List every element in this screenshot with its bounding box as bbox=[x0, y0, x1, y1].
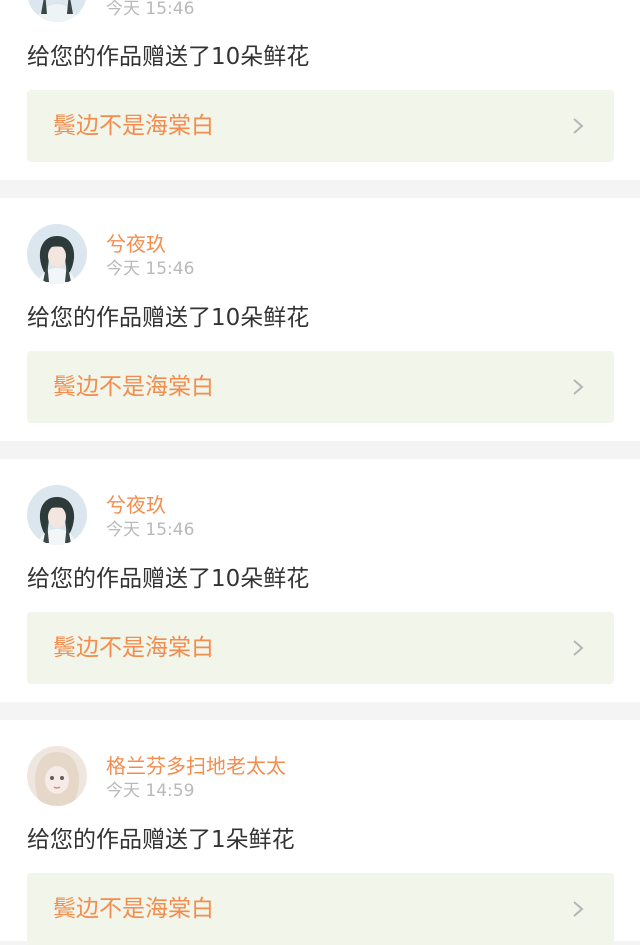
chevron-right-icon bbox=[573, 901, 584, 917]
user-name[interactable]: 兮夜玖 bbox=[106, 493, 166, 517]
doll-avatar-icon bbox=[27, 746, 87, 806]
user-name[interactable]: 格兰芬多扫地老太太 bbox=[106, 754, 286, 778]
timestamp: 今天 15:46 bbox=[106, 0, 195, 19]
chevron-right-icon bbox=[573, 640, 584, 656]
notification-card: 格兰芬多扫地老太太 今天 14:59 给您的作品赠送了1朵鲜花 鬓边不是海棠白 bbox=[0, 720, 640, 945]
avatar[interactable] bbox=[27, 746, 87, 806]
work-link[interactable]: 鬓边不是海棠白 bbox=[27, 351, 614, 423]
timestamp: 今天 15:46 bbox=[106, 520, 195, 540]
chevron-right-icon bbox=[573, 379, 584, 395]
notification-card: 今天 15:46 给您的作品赠送了10朵鲜花 鬓边不是海棠白 bbox=[0, 0, 640, 180]
timestamp: 今天 14:59 bbox=[106, 781, 195, 801]
notification-message: 给您的作品赠送了10朵鲜花 bbox=[27, 566, 310, 592]
notification-message: 给您的作品赠送了10朵鲜花 bbox=[27, 305, 310, 331]
girl-avatar-icon bbox=[27, 224, 87, 284]
chevron-right-icon bbox=[573, 118, 584, 134]
timestamp: 今天 15:46 bbox=[106, 259, 195, 279]
avatar[interactable] bbox=[27, 485, 87, 545]
girl-avatar-icon bbox=[27, 485, 87, 545]
notification-card: 兮夜玖 今天 15:46 给您的作品赠送了10朵鲜花 鬓边不是海棠白 bbox=[0, 459, 640, 702]
avatar[interactable] bbox=[27, 224, 87, 284]
notification-message: 给您的作品赠送了10朵鲜花 bbox=[27, 44, 310, 70]
notification-message: 给您的作品赠送了1朵鲜花 bbox=[27, 827, 295, 853]
work-title: 鬓边不是海棠白 bbox=[53, 896, 214, 922]
work-title: 鬓边不是海棠白 bbox=[53, 635, 214, 661]
work-title: 鬓边不是海棠白 bbox=[53, 374, 214, 400]
avatar[interactable] bbox=[27, 0, 87, 22]
work-link[interactable]: 鬓边不是海棠白 bbox=[27, 90, 614, 162]
work-link[interactable]: 鬓边不是海棠白 bbox=[27, 612, 614, 684]
work-title: 鬓边不是海棠白 bbox=[53, 113, 214, 139]
notification-card: 兮夜玖 今天 15:46 给您的作品赠送了10朵鲜花 鬓边不是海棠白 bbox=[0, 198, 640, 441]
work-link[interactable]: 鬓边不是海棠白 bbox=[27, 873, 614, 945]
girl-avatar-icon bbox=[27, 0, 87, 22]
user-name[interactable]: 兮夜玖 bbox=[106, 232, 166, 256]
